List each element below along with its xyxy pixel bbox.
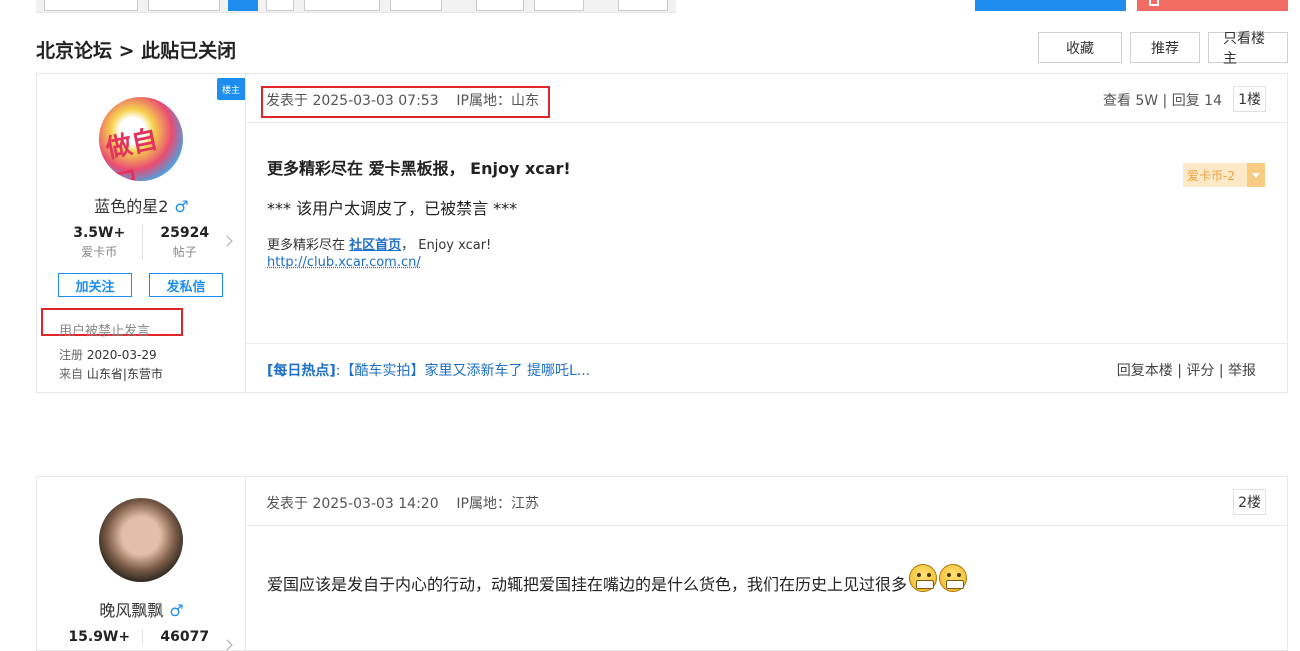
author-panel: 楼主 做自己 蓝色的星2 ♂ 3.5W+ 爱卡币 25924 帖子 加关注 发私信… xyxy=(37,74,246,392)
avatar[interactable]: 做自己 xyxy=(99,97,183,181)
host-badge: 楼主 xyxy=(217,78,245,100)
male-icon: ♂ xyxy=(169,601,184,620)
post-content: *** 该用户太调皮了，已被禁言 *** xyxy=(267,199,518,218)
user-stats: 15.9W+ 46077 xyxy=(57,629,233,651)
register-date: 注册 2020-03-29 xyxy=(59,346,157,363)
location-value: 山东省|东营市 xyxy=(86,367,163,381)
follow-button[interactable]: 加关注 xyxy=(58,273,132,297)
username[interactable]: 晚风飘飘 ♂ xyxy=(37,597,246,621)
coins-label: 爱卡币 xyxy=(81,245,118,259)
post-meta-row: 发表于 2025-03-03 07:53 IP属地：山东 查看 5W | 回复 … xyxy=(246,74,1287,123)
male-icon: ♂ xyxy=(174,197,189,216)
coins-stat: 15.9W+ xyxy=(57,629,142,645)
only-host-button[interactable]: 只看楼主 xyxy=(1208,31,1288,67)
post-headline: 更多精彩尽在 爱卡黑板报， Enjoy xcar! xyxy=(267,159,571,178)
user-location: 来自 山东省|东营市 xyxy=(59,365,163,382)
posts-value: 46077 xyxy=(160,629,210,645)
page-button[interactable] xyxy=(476,0,524,11)
pagination-bar xyxy=(36,0,676,13)
post-content-text: 爱国应该是发自于内心的行动，动辄把爱国挂在嘴边的是什么货色，我们在历史上见过很多 xyxy=(267,575,908,594)
posts-value: 25924 xyxy=(160,225,210,241)
coin-badge-label: 爱卡币-2 xyxy=(1187,168,1235,183)
page-button[interactable] xyxy=(304,0,380,11)
posts-stat[interactable]: 46077 xyxy=(141,629,233,651)
username-text[interactable]: 蓝色的星2 xyxy=(94,197,168,216)
page-button-current[interactable] xyxy=(228,0,258,11)
daily-hot-link[interactable]: [每日热点]:【酷车实拍】家里又添新车了 提哪吒L... xyxy=(267,360,590,380)
post-meta-row: 发表于 2025-03-03 14:20 IP属地：江苏 2楼 xyxy=(246,477,1287,526)
post-floor-1: 楼主 做自己 蓝色的星2 ♂ 3.5W+ 爱卡币 25924 帖子 加关注 发私信… xyxy=(36,73,1288,393)
chevron-down-icon xyxy=(1247,163,1265,187)
username-text[interactable]: 晚风飘飘 xyxy=(99,601,163,620)
coin-badge[interactable]: 爱卡币-2 xyxy=(1183,163,1265,187)
grin-emoji-icon xyxy=(909,564,938,592)
avatar[interactable] xyxy=(99,498,183,582)
page-button[interactable] xyxy=(148,0,220,11)
author-panel: 晚风飘飘 ♂ 15.9W+ 46077 xyxy=(37,477,246,651)
grin-emoji-icon xyxy=(939,564,968,592)
coins-stat: 3.5W+ 爱卡币 xyxy=(57,225,142,260)
page-button[interactable] xyxy=(534,0,584,11)
thread-tools: 收藏 推荐 只看楼主 xyxy=(1038,31,1288,67)
page-button[interactable] xyxy=(390,0,442,11)
community-home-link[interactable]: 社区首页 xyxy=(349,238,401,253)
posts-stat[interactable]: 25924 帖子 xyxy=(141,225,233,260)
message-button[interactable]: 发私信 xyxy=(149,273,223,297)
daily-hot-label[interactable]: [每日热点] xyxy=(267,363,336,379)
register-value: 2020-03-29 xyxy=(86,348,157,362)
signature-prefix: 更多精彩尽在 xyxy=(267,238,350,253)
coins-value: 3.5W+ xyxy=(73,225,126,241)
view-reply-count: 查看 5W | 回复 14 xyxy=(1102,93,1222,109)
user-stats: 3.5W+ 爱卡币 25924 帖子 xyxy=(57,225,233,260)
top-strip xyxy=(0,0,1300,14)
club-url-link[interactable]: http://club.xcar.com.cn/ xyxy=(267,255,421,270)
post-main: 发表于 2025-03-03 07:53 IP属地：山东 查看 5W | 回复 … xyxy=(246,74,1287,392)
register-label: 注册 xyxy=(59,348,84,362)
floor-number[interactable]: 1楼 xyxy=(1233,86,1266,112)
signature-suffix: ， Enjoy xcar! xyxy=(401,238,492,253)
post-meta: 发表于 2025-03-03 07:53 IP属地：山东 xyxy=(266,93,539,109)
post-signature: 更多精彩尽在 社区首页， Enjoy xcar! xyxy=(267,234,491,253)
post-content: 爱国应该是发自于内心的行动，动辄把爱国挂在嘴边的是什么货色，我们在历史上见过很多 xyxy=(267,564,968,595)
post-footer: [每日热点]:【酷车实拍】家里又添新车了 提哪吒L... 回复本楼 | 评分 |… xyxy=(246,343,1287,392)
reply-button[interactable] xyxy=(975,0,1126,11)
recommend-button[interactable]: 推荐 xyxy=(1130,32,1200,63)
favorite-button[interactable]: 收藏 xyxy=(1038,32,1122,63)
breadcrumb: 北京论坛 > 此贴已关闭 xyxy=(36,40,237,62)
edit-icon xyxy=(1149,0,1159,6)
page-button[interactable] xyxy=(266,0,294,11)
floor-number[interactable]: 2楼 xyxy=(1233,489,1266,515)
post-button[interactable] xyxy=(1137,0,1288,11)
post-floor-2: 晚风飘飘 ♂ 15.9W+ 46077 发表于 2025-03-03 14:20 … xyxy=(36,476,1288,651)
location-label: 来自 xyxy=(59,367,84,381)
coins-value: 15.9W+ xyxy=(68,629,131,645)
post-main: 发表于 2025-03-03 14:20 IP属地：江苏 2楼 爱国应该是发自于… xyxy=(246,477,1287,650)
posts-label: 帖子 xyxy=(172,245,197,259)
post-meta: 发表于 2025-03-03 14:20 IP属地：江苏 xyxy=(266,496,539,512)
post-actions[interactable]: 回复本楼 | 评分 | 举报 xyxy=(1117,360,1256,380)
page-button[interactable] xyxy=(618,0,668,11)
username[interactable]: 蓝色的星2 ♂ xyxy=(37,193,246,217)
user-status: 用户被禁止发言 xyxy=(59,324,151,339)
page-button[interactable] xyxy=(44,0,138,11)
daily-hot-text[interactable]: :【酷车实拍】家里又添新车了 提哪吒L... xyxy=(336,363,590,379)
